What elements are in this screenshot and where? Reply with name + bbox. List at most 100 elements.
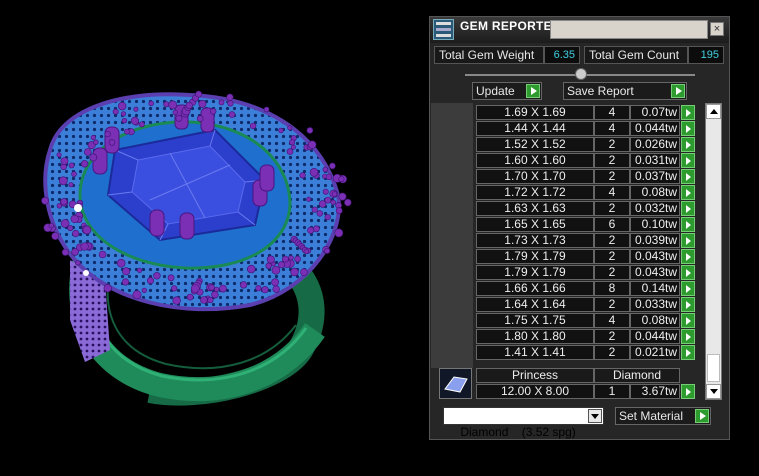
gem-row[interactable]: 1.66 X 1.66 8 0.14tw <box>473 281 697 296</box>
accent-stone <box>60 219 70 228</box>
update-button-label: Update <box>476 84 515 98</box>
accent-stone <box>263 106 270 113</box>
chevron-down-icon[interactable] <box>588 409 602 423</box>
gem-row[interactable]: 1.52 X 1.52 2 0.026tw <box>473 137 697 152</box>
gem-row[interactable]: 1.70 X 1.70 2 0.037tw <box>473 169 697 184</box>
accent-stone <box>265 262 272 269</box>
gem-row[interactable]: 1.41 X 1.41 2 0.021tw <box>473 345 697 360</box>
accent-stone <box>122 267 131 276</box>
scroll-down-icon[interactable] <box>706 384 721 399</box>
gem-row[interactable]: 1.80 X 1.80 2 0.044tw <box>473 329 697 344</box>
set-material-button[interactable]: Set Material <box>615 407 711 425</box>
accent-stone <box>299 172 306 179</box>
play-arrow-icon[interactable] <box>681 249 695 264</box>
ring-3d-viewport[interactable] <box>0 0 425 471</box>
gem-list-gutter <box>431 103 473 368</box>
accent-stone <box>306 127 314 134</box>
play-arrow-icon[interactable] <box>681 201 695 216</box>
play-arrow-icon[interactable] <box>681 105 695 120</box>
gem-row[interactable]: 1.79 X 1.79 2 0.043tw <box>473 249 697 264</box>
gem-row[interactable]: 1.72 X 1.72 4 0.08tw <box>473 185 697 200</box>
accent-stone <box>255 285 262 292</box>
gem-count: 4 <box>594 105 630 120</box>
gem-row[interactable]: 1.64 X 1.64 2 0.033tw <box>473 297 697 312</box>
accent-stone <box>316 210 323 217</box>
play-arrow-icon[interactable] <box>681 233 695 248</box>
gem-count: 2 <box>594 233 630 248</box>
gem-size: 1.63 X 1.63 <box>476 201 594 216</box>
accent-stone <box>306 196 312 202</box>
play-arrow-icon[interactable] <box>681 384 695 399</box>
play-arrow-icon[interactable] <box>681 185 695 200</box>
accent-stone <box>168 100 178 110</box>
gem-weight: 0.10tw <box>630 217 680 232</box>
play-arrow-icon[interactable] <box>681 345 695 360</box>
accent-stone <box>266 255 275 264</box>
accent-stone <box>61 248 70 256</box>
scroll-up-icon[interactable] <box>706 104 721 119</box>
close-icon[interactable]: × <box>710 22 724 36</box>
play-arrow-icon <box>695 409 709 423</box>
accent-stone <box>67 225 74 232</box>
accent-stone <box>48 222 54 229</box>
gem-list-scrollbar[interactable] <box>705 103 722 400</box>
gem-row[interactable]: 1.73 X 1.73 2 0.039tw <box>473 233 697 248</box>
play-arrow-icon <box>671 84 685 98</box>
total-gem-count-label: Total Gem Count <box>584 46 688 64</box>
gem-size: 1.52 X 1.52 <box>476 137 594 152</box>
play-arrow-icon[interactable] <box>681 121 695 136</box>
update-button[interactable]: Update <box>472 82 542 100</box>
gem-row[interactable]: 1.60 X 1.60 2 0.031tw <box>473 153 697 168</box>
accent-stone <box>70 214 79 224</box>
selected-gem-cut: Princess <box>476 368 594 383</box>
gem-row[interactable]: 1.79 X 1.79 2 0.043tw <box>473 265 697 280</box>
accent-stone <box>60 157 69 165</box>
accent-stone <box>329 162 336 170</box>
gem-count: 2 <box>594 137 630 152</box>
scrollbar-thumb[interactable] <box>707 354 720 382</box>
play-arrow-icon[interactable] <box>681 217 695 232</box>
accent-stone <box>272 285 280 293</box>
gem-weight: 0.033tw <box>630 297 680 312</box>
gem-count: 4 <box>594 313 630 328</box>
accent-stone <box>186 293 194 301</box>
accent-stone <box>90 134 96 141</box>
play-arrow-icon[interactable] <box>681 153 695 168</box>
material-dropdown[interactable]: Diamond (3.52 spg) <box>443 407 604 439</box>
play-arrow-icon[interactable] <box>681 265 695 280</box>
gem-row[interactable]: 1.69 X 1.69 4 0.07tw <box>473 105 697 120</box>
gem-row[interactable]: 1.65 X 1.65 6 0.10tw <box>473 217 697 232</box>
play-arrow-icon[interactable] <box>681 313 695 328</box>
accent-stone <box>218 99 225 106</box>
accent-stone <box>330 199 336 206</box>
play-arrow-icon <box>526 84 540 98</box>
save-report-button[interactable]: Save Report <box>563 82 687 100</box>
accent-stone <box>148 100 154 107</box>
play-arrow-icon[interactable] <box>681 329 695 344</box>
play-arrow-icon[interactable] <box>681 137 695 152</box>
gem-size: 1.73 X 1.73 <box>476 233 594 248</box>
accent-stone <box>322 166 329 173</box>
total-gem-count-value: 195 <box>688 46 724 64</box>
accent-stone <box>344 198 352 207</box>
play-arrow-icon[interactable] <box>681 169 695 184</box>
accent-stone <box>51 232 60 240</box>
accent-stone <box>121 278 130 286</box>
accent-stone <box>171 285 178 292</box>
gem-row[interactable]: 1.75 X 1.75 4 0.08tw <box>473 313 697 328</box>
gem-weight: 0.14tw <box>630 281 680 296</box>
slider-handle[interactable] <box>575 68 587 80</box>
title-bar[interactable]: GEM REPORTER × <box>430 17 729 43</box>
accent-stone <box>261 286 269 294</box>
gem-row[interactable]: 1.63 X 1.63 2 0.032tw <box>473 201 697 216</box>
play-arrow-icon[interactable] <box>681 297 695 312</box>
accent-stone <box>75 260 81 266</box>
gem-list[interactable]: 1.69 X 1.69 4 0.07tw 1.44 X 1.44 4 0.044tw 1.5… <box>473 103 697 368</box>
gem-row[interactable]: 1.44 X 1.44 4 0.044tw <box>473 121 697 136</box>
accent-stone <box>117 101 127 111</box>
gem-weight: 0.039tw <box>630 233 680 248</box>
accent-stone <box>116 258 126 268</box>
save-report-button-label: Save Report <box>567 84 634 98</box>
accent-stone <box>175 114 183 122</box>
play-arrow-icon[interactable] <box>681 281 695 296</box>
